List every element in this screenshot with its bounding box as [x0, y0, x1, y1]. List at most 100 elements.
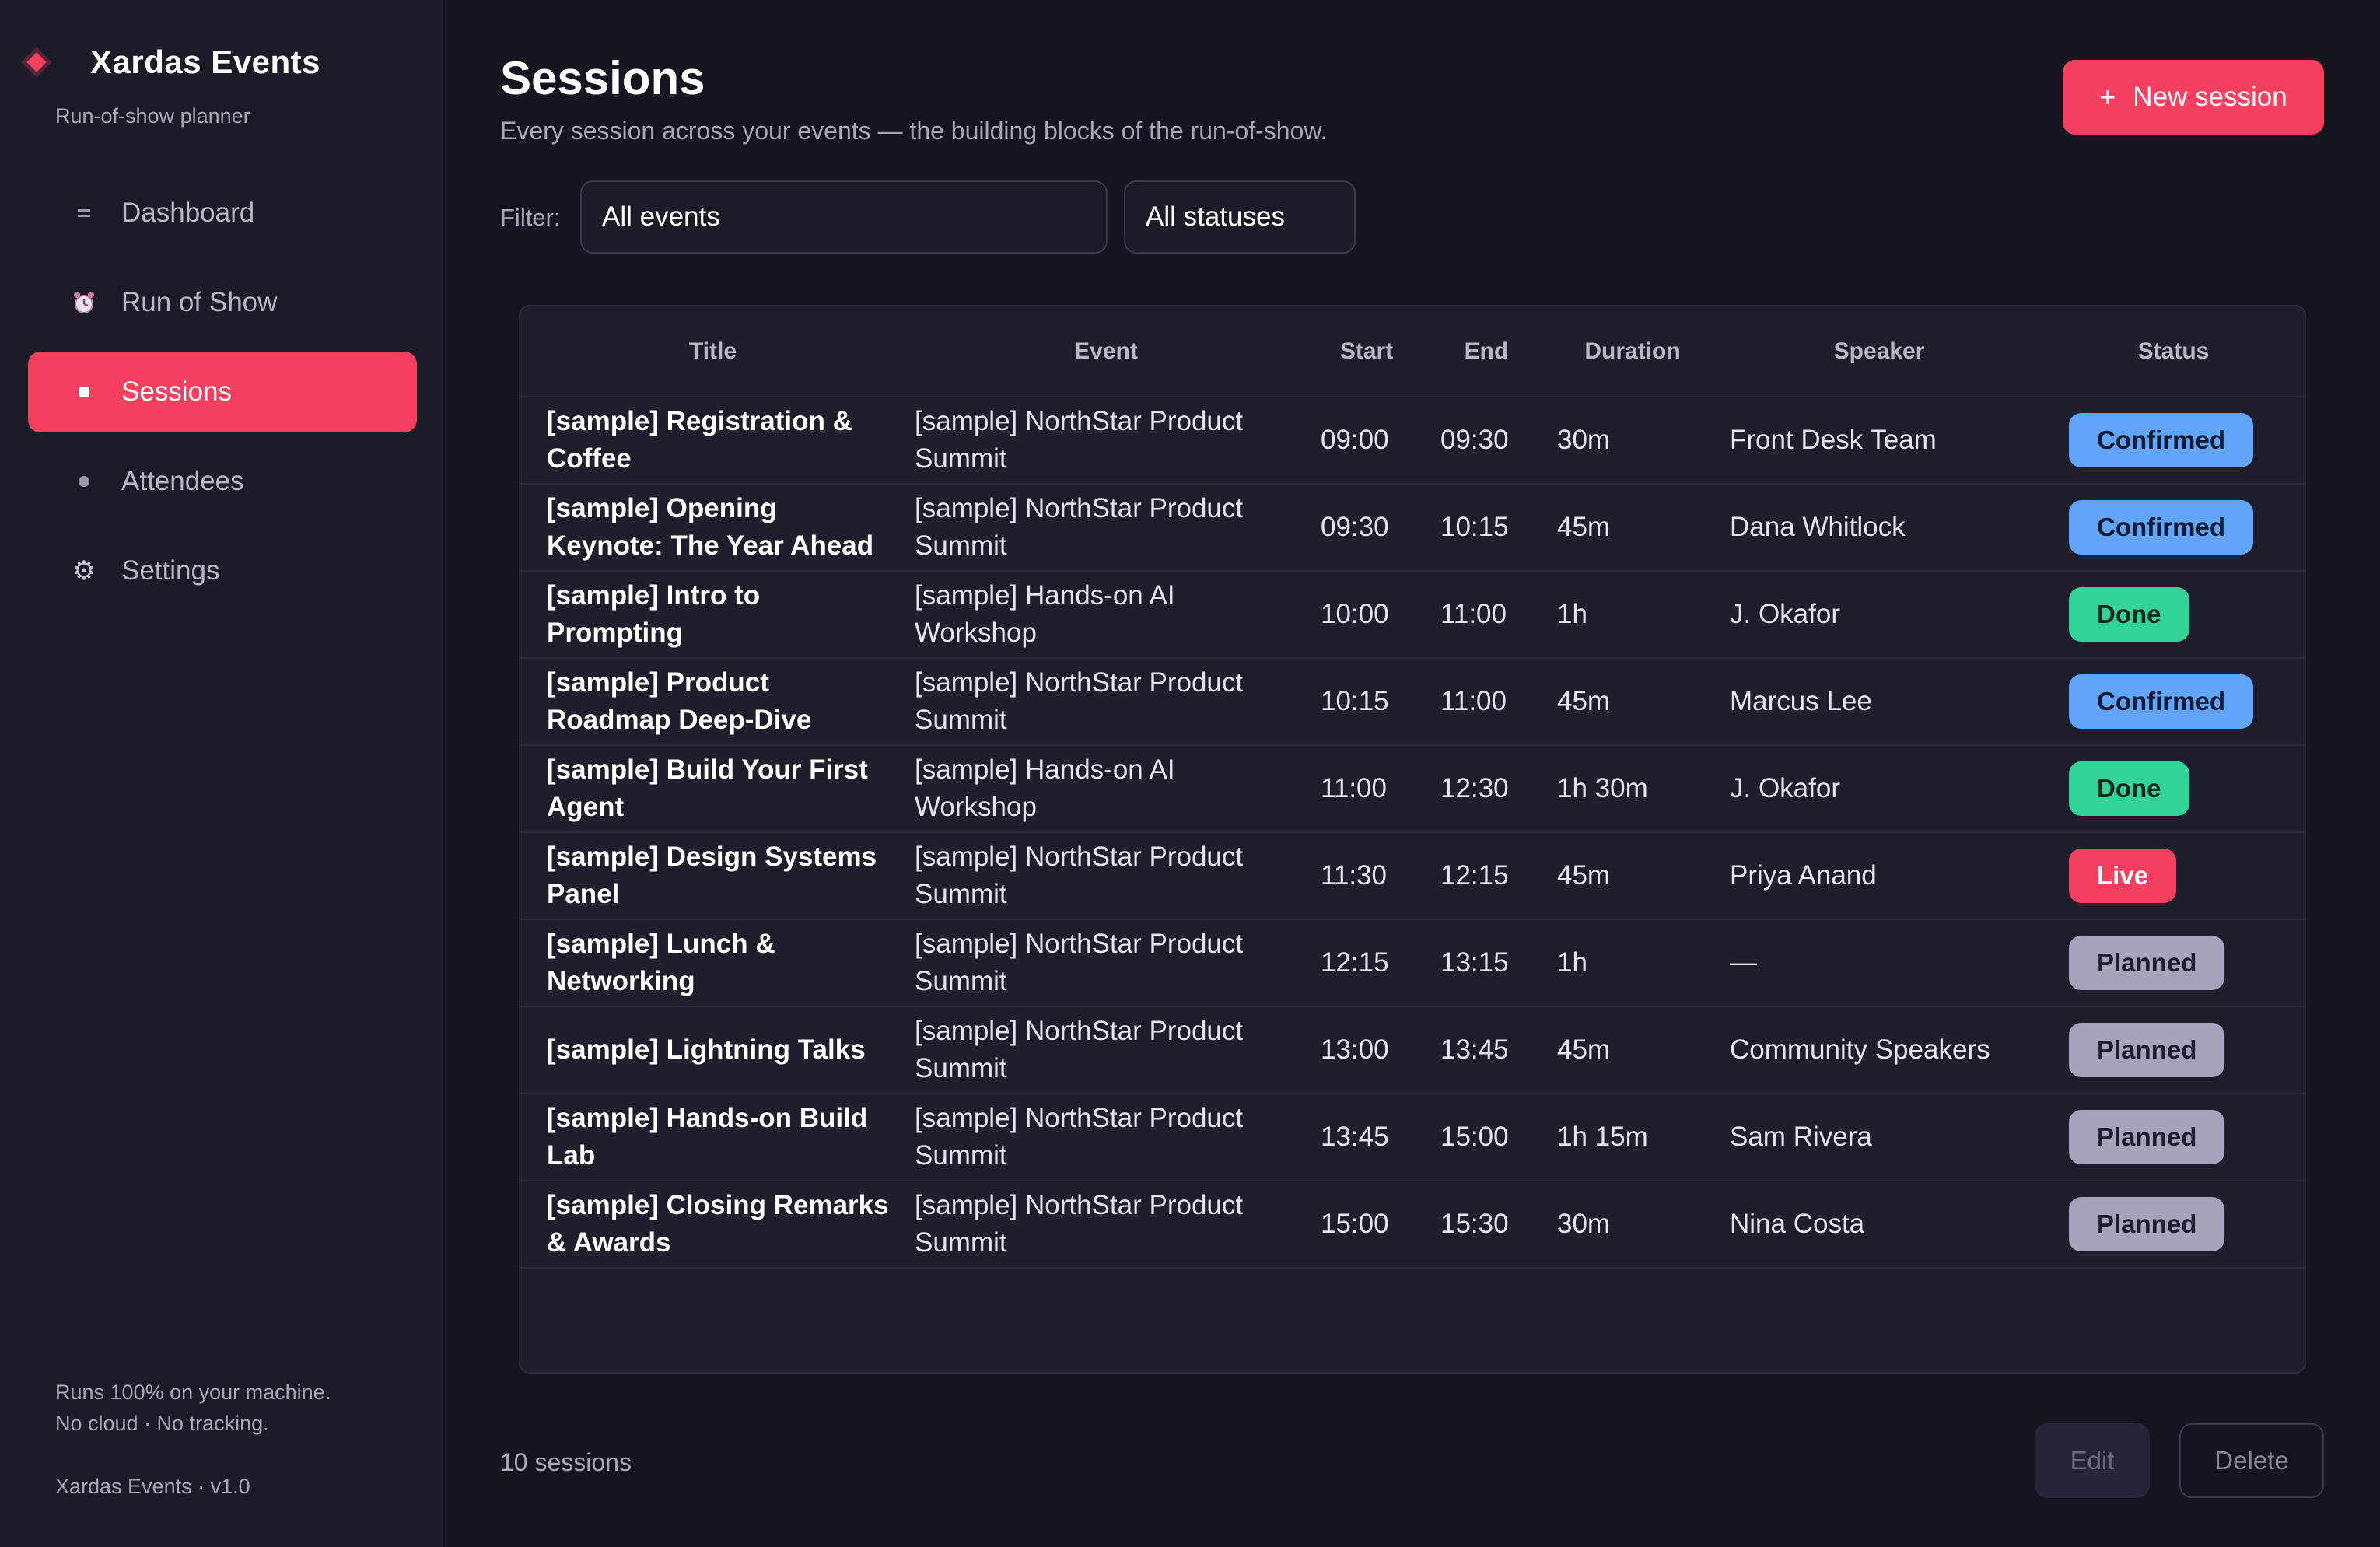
app-root: Xardas Events Run-of-show planner Dashbo… [0, 0, 2380, 1547]
start-time-cell: 09:00 [1321, 425, 1389, 455]
brand-title: Xardas Events [90, 44, 320, 80]
end-time-cell: 11:00 [1440, 599, 1507, 629]
event-cell: [sample] NorthStar Product Summit [915, 493, 1244, 561]
sidebar-item-sessions[interactable]: Sessions [28, 352, 417, 432]
session-title-cell: [sample] Product Roadmap Deep-Dive [547, 667, 812, 735]
start-time-cell: 10:15 [1321, 686, 1389, 716]
sidebar-item-attendees[interactable]: Attendees [28, 441, 417, 522]
session-title-cell: [sample] Build Your First Agent [547, 754, 868, 822]
table-row[interactable]: [sample] Hands-on Build Lab [sample] Nort… [520, 1094, 2305, 1181]
dot-icon [68, 476, 100, 487]
duration-cell: 45m [1557, 860, 1611, 891]
sidebar-item-label: Settings [121, 555, 220, 586]
status-badge: Planned [2069, 1023, 2225, 1077]
column-header-title[interactable]: Title [520, 306, 905, 397]
status-badge: Done [2069, 587, 2189, 642]
status-badge: Confirmed [2069, 674, 2253, 729]
duration-cell: 30m [1557, 1209, 1611, 1239]
table-row[interactable]: [sample] Lightning Talks [sample] NorthSt… [520, 1006, 2305, 1094]
status-badge: Done [2069, 761, 2189, 816]
session-title-cell: [sample] Registration & Coffee [547, 406, 852, 474]
status-badge: Planned [2069, 1197, 2225, 1251]
table-row[interactable]: [sample] Lunch & Networking [sample] Nort… [520, 919, 2305, 1006]
sidebar: Xardas Events Run-of-show planner Dashbo… [0, 0, 443, 1547]
table-row[interactable]: [sample] Opening Keynote: The Year Ahead… [520, 484, 2305, 571]
status-badge: Planned [2069, 936, 2225, 990]
column-header-start[interactable]: Start [1307, 306, 1426, 397]
start-time-cell: 11:00 [1321, 773, 1387, 803]
status-filter-select[interactable]: All statuses [1124, 180, 1356, 254]
sidebar-item-label: Sessions [121, 376, 233, 407]
sidebar-item-dashboard[interactable]: Dashboard [28, 173, 417, 254]
event-cell: [sample] NorthStar Product Summit [915, 1016, 1244, 1083]
session-title-cell: [sample] Intro to Prompting [547, 580, 761, 648]
status-badge: Confirmed [2069, 500, 2253, 555]
square-icon [68, 387, 100, 397]
end-time-cell: 15:00 [1440, 1122, 1509, 1152]
speaker-cell: Sam Rivera [1730, 1122, 1872, 1152]
main-content: Sessions Every session across your event… [443, 0, 2380, 1547]
event-cell: [sample] NorthStar Product Summit [915, 667, 1244, 735]
new-session-button[interactable]: + New session [2063, 60, 2324, 135]
event-cell: [sample] NorthStar Product Summit [915, 842, 1244, 909]
gear-icon: ⚙ [72, 556, 96, 586]
speaker-cell: Marcus Lee [1730, 686, 1872, 716]
session-title-cell: [sample] Hands-on Build Lab [547, 1103, 868, 1171]
sidebar-item-label: Attendees [121, 466, 244, 496]
privacy-note-line2: No cloud · No tracking. [55, 1412, 269, 1435]
sidebar-item-label: Run of Show [121, 287, 278, 317]
event-cell: [sample] NorthStar Product Summit [915, 1103, 1244, 1171]
status-cell: Confirmed [2039, 397, 2305, 484]
session-title-cell: [sample] Opening Keynote: The Year Ahead [547, 493, 874, 561]
duration-cell: 45m [1557, 512, 1611, 542]
page-subtitle: Every session across your events — the b… [500, 117, 1328, 145]
duration-cell: 1h [1557, 947, 1587, 978]
status-cell: Planned [2039, 919, 2305, 1006]
table-row[interactable]: [sample] Design Systems Panel [sample] No… [520, 832, 2305, 919]
speaker-cell: Dana Whitlock [1730, 512, 1906, 542]
event-filter-select[interactable]: All events [580, 180, 1108, 254]
session-count: 10 sessions [500, 1448, 632, 1476]
speaker-cell: Community Speakers [1730, 1034, 1990, 1065]
status-cell: Planned [2039, 1006, 2305, 1094]
sidebar-item-settings[interactable]: ⚙ Settings [28, 530, 417, 611]
table-row[interactable]: [sample] Closing Remarks & Awards [sample… [520, 1181, 2305, 1268]
privacy-note: Runs 100% on your machine. No cloud · No… [55, 1377, 331, 1439]
duration-cell: 1h 30m [1557, 773, 1648, 803]
speaker-cell: Nina Costa [1730, 1209, 1865, 1239]
column-header-speaker[interactable]: Speaker [1719, 306, 2039, 397]
diamond-logo-icon [26, 52, 47, 72]
speaker-cell: J. Okafor [1730, 599, 1840, 629]
sessions-table-card: Title Event Start End Duration Speaker S… [519, 305, 2306, 1374]
table-row[interactable]: [sample] Build Your First Agent [sample] … [520, 745, 2305, 832]
sidebar-item-label: Dashboard [121, 198, 255, 228]
status-cell: Confirmed [2039, 658, 2305, 745]
sidebar-nav: Dashboard Run of Show Sessions Attendees… [28, 173, 417, 620]
event-cell: [sample] NorthStar Product Summit [915, 929, 1244, 996]
list-icon [68, 209, 100, 217]
page-title: Sessions [500, 52, 705, 104]
start-time-cell: 10:00 [1321, 599, 1389, 629]
table-row[interactable]: [sample] Intro to Prompting [sample] Hand… [520, 571, 2305, 658]
event-cell: [sample] Hands-on AI Workshop [915, 754, 1175, 822]
column-header-end[interactable]: End [1426, 306, 1546, 397]
start-time-cell: 09:30 [1321, 512, 1389, 542]
table-row[interactable]: [sample] Product Roadmap Deep-Dive [sampl… [520, 658, 2305, 745]
column-header-event[interactable]: Event [905, 306, 1307, 397]
column-header-duration[interactable]: Duration [1546, 306, 1719, 397]
delete-button[interactable]: Delete [2179, 1423, 2324, 1498]
session-title-cell: [sample] Lunch & Networking [547, 929, 775, 996]
alarm-clock-icon [68, 289, 100, 316]
table-header-row: Title Event Start End Duration Speaker S… [520, 306, 2305, 397]
sidebar-item-run-of-show[interactable]: Run of Show [28, 262, 417, 343]
plus-icon: + [2099, 81, 2116, 113]
edit-button[interactable]: Edit [2035, 1423, 2150, 1498]
table-row[interactable]: [sample] Registration & Coffee [sample] N… [520, 397, 2305, 484]
column-header-status[interactable]: Status [2039, 306, 2305, 397]
end-time-cell: 15:30 [1440, 1209, 1509, 1239]
end-time-cell: 11:00 [1440, 686, 1507, 716]
status-cell: Done [2039, 745, 2305, 832]
privacy-note-line1: Runs 100% on your machine. [55, 1381, 331, 1404]
end-time-cell: 10:15 [1440, 512, 1509, 542]
start-time-cell: 13:00 [1321, 1034, 1389, 1065]
